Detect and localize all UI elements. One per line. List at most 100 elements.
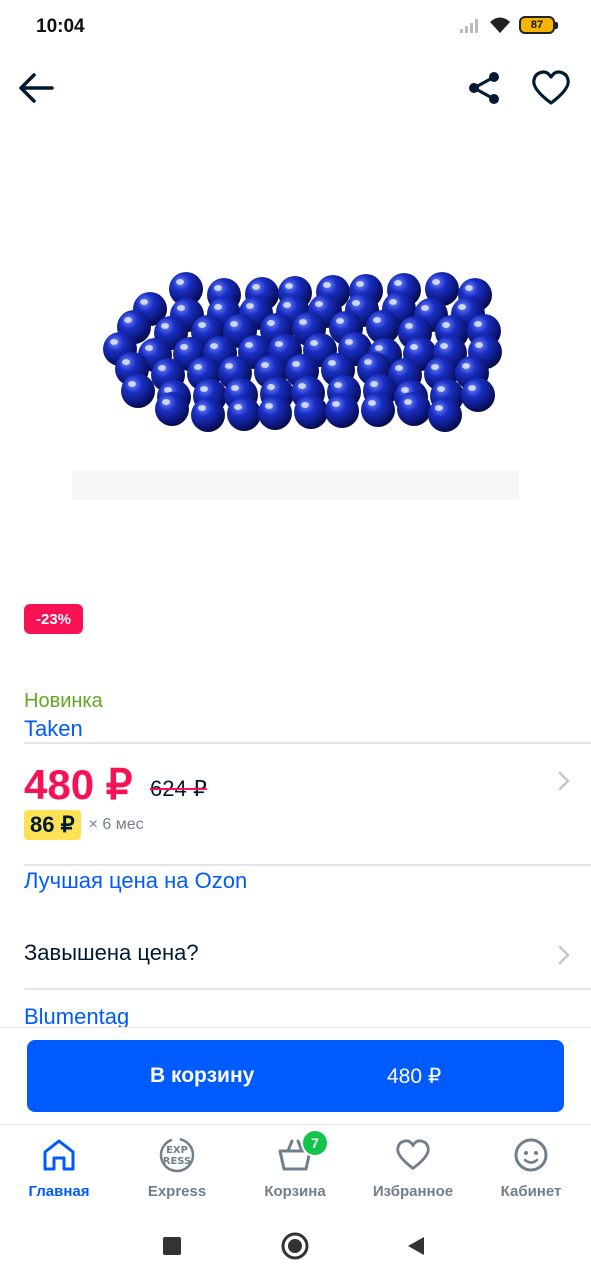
marble-highlight xyxy=(364,359,372,365)
marble-highlight xyxy=(345,339,353,345)
seller-link[interactable]: Blumentag xyxy=(24,1004,129,1030)
marble-highlight xyxy=(145,345,153,351)
marble-highlight xyxy=(435,405,443,411)
nav-profile[interactable]: Кабинет xyxy=(472,1135,590,1207)
divider xyxy=(24,864,591,866)
marble-highlight xyxy=(332,401,340,407)
marble xyxy=(397,392,431,426)
marble-highlight xyxy=(299,319,307,325)
marble-highlight xyxy=(465,285,473,291)
circle-icon xyxy=(281,1232,309,1260)
chevron-right-icon xyxy=(558,945,570,965)
add-to-cart-label: В корзину xyxy=(150,1064,255,1087)
marble-highlight xyxy=(245,342,253,348)
system-navigation-bar xyxy=(0,1210,591,1280)
marble-highlight xyxy=(110,339,118,345)
marble-highlight xyxy=(214,285,222,291)
nav-cart-label: Корзина xyxy=(264,1183,326,1200)
overpriced-label: Завышена цена? xyxy=(24,940,199,965)
heart-icon xyxy=(393,1135,433,1175)
marble-highlight xyxy=(161,323,169,329)
marble xyxy=(155,392,189,426)
marble-highlight xyxy=(442,322,450,328)
marble-highlight xyxy=(194,364,202,370)
marble xyxy=(294,395,328,429)
overpriced-row[interactable]: Завышена цена? xyxy=(24,940,571,976)
price-row[interactable]: 480 ₽ 624 ₽ xyxy=(24,756,571,812)
marble-highlight xyxy=(261,362,269,368)
nav-express-label: Express xyxy=(147,1183,207,1200)
marble-highlight xyxy=(210,343,218,349)
brand-link[interactable]: Taken xyxy=(24,716,83,742)
heart-icon xyxy=(532,70,570,105)
status-icons: 87 xyxy=(459,16,558,34)
marble-highlight xyxy=(200,386,208,392)
back-system-button[interactable] xyxy=(400,1230,432,1262)
marble-highlight xyxy=(474,321,482,327)
marble-highlight xyxy=(292,361,300,367)
nav-home-label: Главная xyxy=(28,1183,90,1200)
recents-button[interactable] xyxy=(156,1230,188,1262)
marble-highlight xyxy=(231,385,239,391)
marble-highlight xyxy=(462,363,470,369)
marble-highlight xyxy=(122,359,130,365)
marble-highlight xyxy=(285,283,293,289)
square-icon xyxy=(163,1237,181,1255)
marbles-illustration xyxy=(72,272,519,500)
marble-highlight xyxy=(468,385,476,391)
nav-favorites[interactable]: Избранное xyxy=(354,1135,472,1207)
marble-highlight xyxy=(265,403,273,409)
marble-highlight xyxy=(440,343,448,349)
installment-term: × 6 мес xyxy=(88,816,144,833)
marble-highlight xyxy=(375,345,383,351)
add-to-cart-price: 480 ₽ xyxy=(387,1065,442,1088)
battery-indicator: 87 xyxy=(519,16,558,34)
marble-highlight xyxy=(198,322,206,328)
marble-highlight xyxy=(310,340,318,346)
best-price-link[interactable]: Лучшая цена на Ozon xyxy=(24,868,247,894)
cart-count-badge: 7 xyxy=(301,1129,329,1157)
wifi-icon xyxy=(490,17,510,33)
share-button[interactable] xyxy=(460,64,508,112)
marble xyxy=(325,394,359,428)
marble-highlight xyxy=(356,281,364,287)
marble-highlight xyxy=(124,317,132,323)
product-toolbar xyxy=(0,60,591,116)
marble-highlight xyxy=(315,301,323,307)
current-price: 480 ₽ xyxy=(24,761,133,808)
marble-highlight xyxy=(368,400,376,406)
product-image[interactable] xyxy=(72,200,519,500)
back-button[interactable] xyxy=(12,64,60,112)
nav-home[interactable]: Главная xyxy=(0,1135,118,1207)
marble-highlight xyxy=(410,344,418,350)
marble-highlight xyxy=(283,302,291,308)
marble-highlight xyxy=(267,384,275,390)
arrow-left-icon xyxy=(19,73,54,103)
profile-icon xyxy=(511,1135,551,1175)
installment-info: 86 ₽ × 6 мес xyxy=(24,810,144,840)
cart-icon: 7 xyxy=(275,1129,329,1175)
marble-highlight xyxy=(301,402,309,408)
nav-express[interactable]: EXP RESS Express xyxy=(118,1135,236,1207)
marble-highlight xyxy=(177,305,185,311)
triangle-back-icon xyxy=(408,1237,424,1255)
nav-cart[interactable]: 7 Корзина xyxy=(236,1129,354,1207)
share-icon xyxy=(469,72,499,104)
marble-highlight xyxy=(198,405,206,411)
home-icon xyxy=(39,1135,79,1175)
marble-highlight xyxy=(389,299,397,305)
marble-highlight xyxy=(334,382,342,388)
marble xyxy=(121,374,155,408)
cart-panel: В корзину 480 ₽ xyxy=(0,1028,591,1124)
svg-text:EXP: EXP xyxy=(166,1145,188,1156)
marble-highlight xyxy=(162,399,170,405)
marble-highlight xyxy=(246,303,254,309)
nav-profile-label: Кабинет xyxy=(500,1183,562,1200)
marble-highlight xyxy=(373,317,381,323)
marble-highlight xyxy=(475,342,483,348)
signal-icon xyxy=(460,19,478,33)
favorite-button[interactable] xyxy=(527,64,575,112)
home-system-button[interactable] xyxy=(279,1230,311,1262)
add-to-cart-button[interactable]: В корзину 480 ₽ xyxy=(27,1040,564,1112)
marble-highlight xyxy=(437,386,445,392)
